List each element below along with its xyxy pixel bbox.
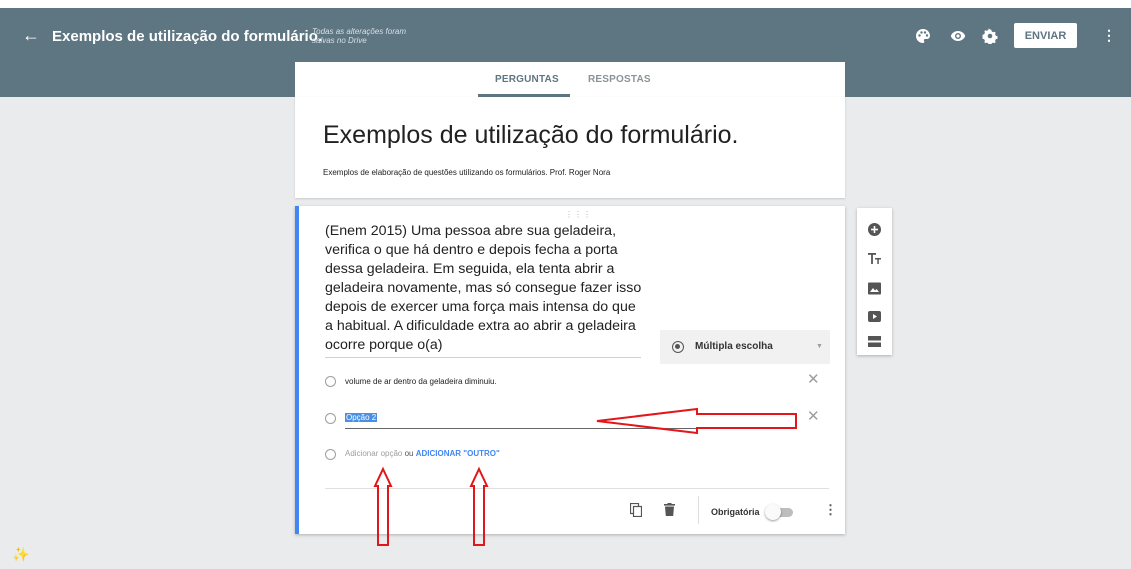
add-option-row: Adicionar opção ou ADICIONAR "OUTRO"	[345, 449, 500, 458]
or-label: ou	[404, 449, 414, 458]
tab-bar: PERGUNTAS RESPOSTAS	[295, 62, 845, 97]
footer-divider	[698, 496, 699, 524]
more-vert-icon[interactable]: ⋮	[1102, 27, 1116, 44]
radio-button-checked-icon	[672, 341, 684, 353]
image-icon[interactable]	[867, 281, 882, 296]
option-radio-icon	[325, 449, 336, 460]
option-2-underline	[345, 428, 793, 429]
add-question-icon[interactable]	[867, 222, 882, 237]
option-radio-icon	[325, 413, 336, 424]
gear-icon[interactable]	[982, 28, 998, 44]
title-text-icon[interactable]	[867, 251, 882, 266]
question-underline	[325, 357, 641, 358]
trash-icon[interactable]	[664, 503, 675, 516]
question-type-select[interactable]: Múltipla escolha ▼	[660, 330, 830, 364]
saved-status: Todas as alterações foram salvas no Driv…	[312, 27, 406, 45]
side-toolbar	[857, 208, 892, 355]
option-2-input[interactable]: Opção 2	[345, 413, 378, 422]
form-title[interactable]: Exemplos de utilização do formulário.	[323, 121, 738, 150]
eye-icon[interactable]	[950, 28, 966, 44]
arrow-left-icon[interactable]: ←	[22, 25, 40, 46]
drag-handle-icon[interactable]: ⋮⋮⋮	[565, 210, 592, 219]
app-title: Exemplos de utilização do formulário.	[52, 28, 323, 45]
send-button[interactable]: ENVIAR	[1014, 23, 1077, 48]
option-1-text[interactable]: volume de ar dentro da geladeira diminui…	[345, 377, 497, 386]
close-icon[interactable]: ✕	[807, 370, 820, 388]
header-top-strip	[0, 0, 1131, 8]
option-2-selected-text: Opção 2	[345, 413, 378, 422]
add-other-link[interactable]: ADICIONAR "OUTRO"	[416, 449, 500, 458]
add-option-link[interactable]: Adicionar opção	[345, 449, 402, 458]
form-header-card[interactable]: Exemplos de utilização do formulário. Ex…	[295, 97, 845, 198]
chevron-down-icon: ▼	[816, 343, 823, 350]
form-description[interactable]: Exemplos de elaboração de questões utili…	[323, 168, 610, 177]
copy-icon[interactable]	[630, 503, 642, 517]
more-vert-icon[interactable]: ⋮	[824, 502, 837, 518]
close-icon[interactable]: ✕	[807, 407, 820, 425]
question-card[interactable]: ⋮⋮⋮ (Enem 2015) Uma pessoa abre sua gela…	[295, 206, 845, 534]
palette-icon[interactable]	[915, 28, 931, 44]
option-radio-icon	[325, 376, 336, 387]
question-type-label: Múltipla escolha	[695, 341, 773, 352]
video-icon[interactable]	[867, 309, 882, 324]
section-icon[interactable]	[867, 334, 882, 349]
question-text[interactable]: (Enem 2015) Uma pessoa abre sua geladeir…	[325, 222, 647, 355]
tab-questions[interactable]: PERGUNTAS	[495, 74, 559, 85]
question-footer-divider	[325, 488, 829, 489]
required-label: Obrigatória	[711, 507, 760, 517]
runner-icon: ✨	[12, 546, 30, 562]
required-toggle-knob[interactable]	[765, 504, 781, 520]
tab-responses[interactable]: RESPOSTAS	[588, 74, 651, 85]
